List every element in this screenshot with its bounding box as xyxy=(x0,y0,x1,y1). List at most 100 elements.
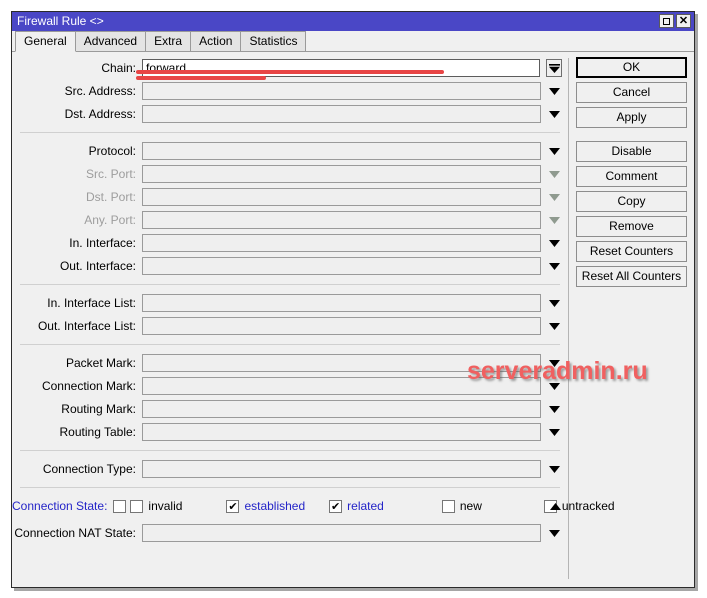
chain-label: Chain: xyxy=(101,61,136,75)
chevron-down-icon xyxy=(548,193,560,201)
dst-address-label: Dst. Address: xyxy=(64,107,136,121)
in-interface-list-label: In. Interface List: xyxy=(47,296,136,310)
connection-nat-state-label: Connection NAT State: xyxy=(14,526,136,540)
tab-action[interactable]: Action xyxy=(190,31,242,51)
connection-state-label: Connection State: xyxy=(12,499,108,513)
src-address-dropdown-arrow[interactable] xyxy=(547,82,561,100)
tab-statistics[interactable]: Statistics xyxy=(240,31,307,51)
connection-mark-row: Connection Mark: xyxy=(12,375,568,397)
connection-state-checkbox-invalid[interactable]: invalid xyxy=(130,499,182,513)
remove-button[interactable]: Remove xyxy=(576,216,687,237)
connection-type-input[interactable] xyxy=(142,460,541,478)
comment-button[interactable]: Comment xyxy=(576,166,687,187)
chevron-down-icon xyxy=(548,239,560,247)
chevron-down-icon xyxy=(548,359,560,367)
chevron-down-icon xyxy=(548,299,560,307)
maximize-button[interactable] xyxy=(659,14,674,28)
connection-type-dropdown-arrow[interactable] xyxy=(547,460,561,478)
in-interface-input[interactable] xyxy=(142,234,541,252)
reset-all-counters-button[interactable]: Reset All Counters xyxy=(576,266,687,287)
packet-mark-input[interactable] xyxy=(142,354,541,372)
connection-state-checkbox-established[interactable]: ✔ established xyxy=(226,499,305,513)
dst-port-input[interactable] xyxy=(142,188,541,206)
apply-button[interactable]: Apply xyxy=(576,107,687,128)
routing-table-input[interactable] xyxy=(142,423,541,441)
scroll-up-arrow[interactable] xyxy=(548,502,562,510)
any-port-input[interactable] xyxy=(142,211,541,229)
packet-mark-row: Packet Mark: xyxy=(12,352,568,374)
out-interface-dropdown-arrow[interactable] xyxy=(547,257,561,275)
out-interface-list-input[interactable] xyxy=(142,317,541,335)
group-separator xyxy=(20,284,560,285)
protocol-dropdown-arrow[interactable] xyxy=(547,142,561,160)
chevron-down-icon xyxy=(548,262,560,270)
connection-nat-state-dropdown-arrow[interactable] xyxy=(547,524,561,542)
chevron-down-icon xyxy=(548,170,560,178)
firewall-rule-window: Firewall Rule <> ✕ General Advanced Extra A… xyxy=(11,11,695,588)
copy-button[interactable]: Copy xyxy=(576,191,687,212)
src-port-dropdown-arrow[interactable] xyxy=(547,165,561,183)
cancel-button[interactable]: Cancel xyxy=(576,82,687,103)
src-address-label: Src. Address: xyxy=(64,84,136,98)
dst-port-dropdown-arrow[interactable] xyxy=(547,188,561,206)
connection-mark-input[interactable] xyxy=(142,377,541,395)
connection-nat-state-input[interactable] xyxy=(142,524,541,542)
protocol-input[interactable] xyxy=(142,142,541,160)
src-port-input[interactable] xyxy=(142,165,541,183)
tab-extra[interactable]: Extra xyxy=(145,31,192,51)
connection-mark-dropdown-arrow[interactable] xyxy=(547,377,561,395)
in-interface-list-dropdown-arrow[interactable] xyxy=(547,294,561,312)
tab-advanced[interactable]: Advanced xyxy=(74,31,147,51)
connection-type-row: Connection Type: xyxy=(12,458,568,480)
in-interface-list-row: In. Interface List: xyxy=(12,292,568,314)
dst-address-row: Dst. Address: xyxy=(12,103,568,125)
routing-table-label: Routing Table: xyxy=(59,425,137,439)
connection-state-checkbox-related[interactable]: ✔ related xyxy=(329,499,384,513)
disable-button[interactable]: Disable xyxy=(576,141,687,162)
in-interface-list-input[interactable] xyxy=(142,294,541,312)
tab-general[interactable]: General xyxy=(15,31,76,52)
dst-port-label: Dst. Port: xyxy=(85,190,136,204)
routing-mark-dropdown-arrow[interactable] xyxy=(547,400,561,418)
close-icon: ✕ xyxy=(678,14,689,27)
chain-input[interactable]: forward xyxy=(142,59,540,77)
packet-mark-dropdown-arrow[interactable] xyxy=(547,354,561,372)
chevron-down-bar-icon xyxy=(548,63,560,73)
connection-nat-state-row: Connection NAT State: xyxy=(12,522,568,544)
out-interface-list-row: Out. Interface List: xyxy=(12,315,568,337)
ok-button[interactable]: OK xyxy=(576,57,687,78)
dst-address-dropdown-arrow[interactable] xyxy=(547,105,561,123)
reset-counters-button[interactable]: Reset Counters xyxy=(576,241,687,262)
group-separator xyxy=(20,132,560,133)
checkbox-label: new xyxy=(459,499,482,513)
routing-mark-label: Routing Mark: xyxy=(61,402,136,416)
any-port-row: Any. Port: xyxy=(12,209,568,231)
chevron-down-icon xyxy=(548,529,560,537)
close-button[interactable]: ✕ xyxy=(676,14,691,28)
in-interface-dropdown-arrow[interactable] xyxy=(547,234,561,252)
dst-address-input[interactable] xyxy=(142,105,541,123)
connection-state-row: Connection State: invalid ✔ established ✔ re… xyxy=(12,495,615,517)
in-interface-row: In. Interface: xyxy=(12,232,568,254)
connection-type-label: Connection Type: xyxy=(42,462,136,476)
out-interface-input[interactable] xyxy=(142,257,541,275)
connection-state-checkbox-new[interactable]: new xyxy=(441,499,482,513)
out-interface-list-dropdown-arrow[interactable] xyxy=(547,317,561,335)
window-title: Firewall Rule <> xyxy=(17,14,104,28)
maximize-icon xyxy=(663,17,670,25)
chain-row: Chain: forward xyxy=(12,57,568,79)
routing-mark-row: Routing Mark: xyxy=(12,398,568,420)
routing-mark-input[interactable] xyxy=(142,400,541,418)
checkbox-label: related xyxy=(347,499,384,513)
routing-table-dropdown-arrow[interactable] xyxy=(547,423,561,441)
connection-state-negate-checkbox[interactable] xyxy=(113,499,127,513)
src-address-input[interactable] xyxy=(142,82,541,100)
checkbox-label: untracked xyxy=(561,499,615,513)
annotation-underline-connection-state xyxy=(136,70,444,74)
dst-port-row: Dst. Port: xyxy=(12,186,568,208)
any-port-dropdown-arrow[interactable] xyxy=(547,211,561,229)
title-bar: Firewall Rule <> ✕ xyxy=(12,12,694,31)
chain-dropdown-button[interactable] xyxy=(546,59,562,77)
chevron-down-icon xyxy=(548,465,560,473)
src-port-row: Src. Port: xyxy=(12,163,568,185)
